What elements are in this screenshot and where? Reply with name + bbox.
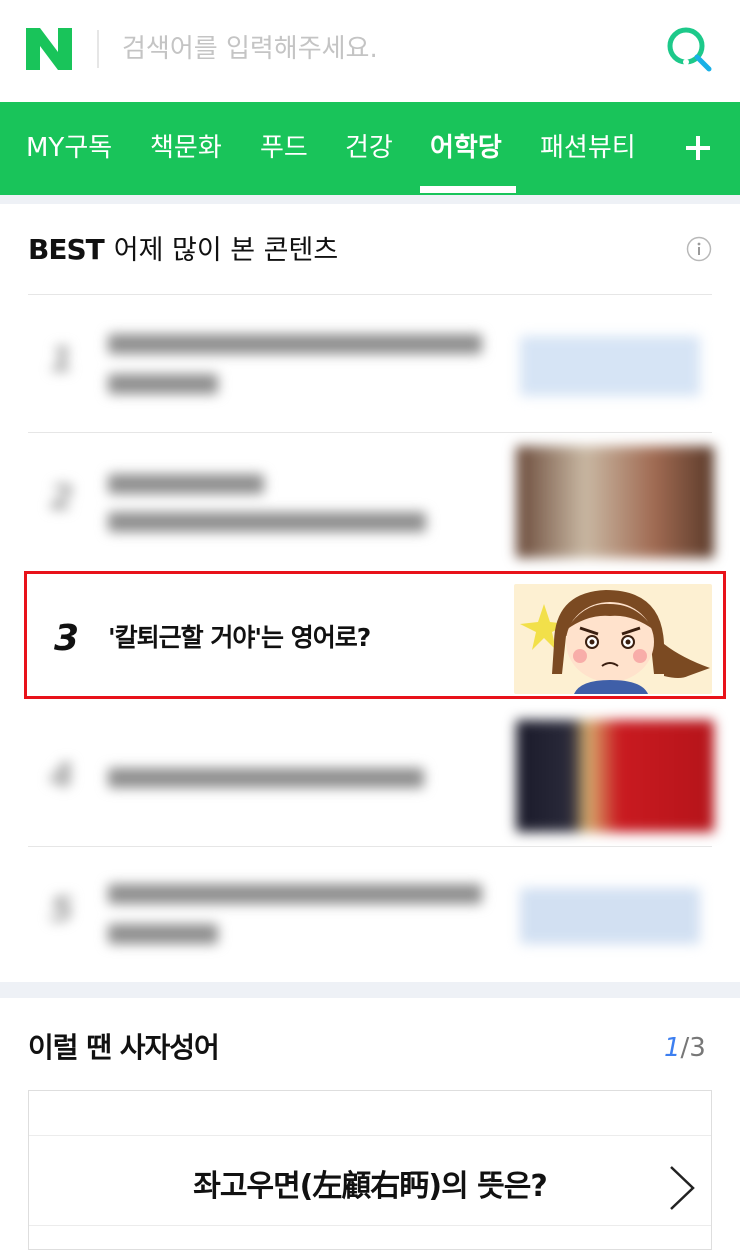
search-icon[interactable] xyxy=(664,24,714,74)
best-item-4[interactable]: 4 xyxy=(28,706,714,846)
pager-current: 1 xyxy=(664,1033,681,1063)
pager: 1/3 xyxy=(664,1024,706,1072)
best-title-text: 어제 많이 본 콘텐츠 xyxy=(113,235,339,266)
section-gap xyxy=(0,982,740,998)
category-nav: MY구독 책문화 푸드 건강 어학당 패션뷰티 xyxy=(0,102,740,195)
tab-food[interactable]: 푸드 xyxy=(260,102,308,195)
rank-number: 4 xyxy=(50,756,74,796)
card-line xyxy=(29,1225,711,1226)
tab-fashion-beauty[interactable]: 패션뷰티 xyxy=(540,102,636,195)
tab-health[interactable]: 건강 xyxy=(345,102,393,195)
tab-books-culture[interactable]: 책문화 xyxy=(150,102,222,195)
best-section-title: BEST 어제 많이 본 콘텐츠 xyxy=(28,226,338,274)
search-input[interactable] xyxy=(122,26,642,72)
idiom-section-title: 이럴 땐 사자성어 xyxy=(28,1031,220,1064)
naver-logo[interactable] xyxy=(26,28,72,70)
tab-language[interactable]: 어학당 xyxy=(430,102,502,195)
info-icon[interactable] xyxy=(686,236,712,262)
divider xyxy=(28,294,712,295)
rank-number: 2 xyxy=(50,478,74,518)
best-item-5[interactable]: 5 xyxy=(28,848,712,978)
idiom-question[interactable]: 좌고우면(左顧右眄)의 뜻은? xyxy=(29,1161,711,1205)
thumbnail xyxy=(520,888,700,944)
thumbnail xyxy=(516,446,714,558)
thumbnail xyxy=(516,720,714,832)
idiom-card: 좌고우면(左顧右眄)의 뜻은? xyxy=(28,1090,712,1250)
rank-number: 1 xyxy=(50,340,74,380)
chevron-right-icon[interactable] xyxy=(667,1163,697,1213)
active-tab-indicator xyxy=(420,186,516,193)
best-item-1[interactable]: 1 xyxy=(28,296,712,432)
divider xyxy=(28,846,712,847)
rank-number: 5 xyxy=(50,890,74,930)
best-badge: BEST xyxy=(28,233,105,266)
top-header xyxy=(0,0,740,100)
section-gap xyxy=(0,195,740,204)
divider xyxy=(28,432,712,433)
card-line xyxy=(29,1135,711,1136)
thumbnail xyxy=(520,336,700,396)
plus-icon[interactable] xyxy=(682,128,714,168)
best-item-2[interactable]: 2 xyxy=(28,434,714,570)
tab-my-subscription[interactable]: MY구독 xyxy=(26,102,112,195)
highlight-box xyxy=(24,571,726,699)
pager-total: /3 xyxy=(680,1033,706,1063)
header-divider xyxy=(97,30,99,68)
